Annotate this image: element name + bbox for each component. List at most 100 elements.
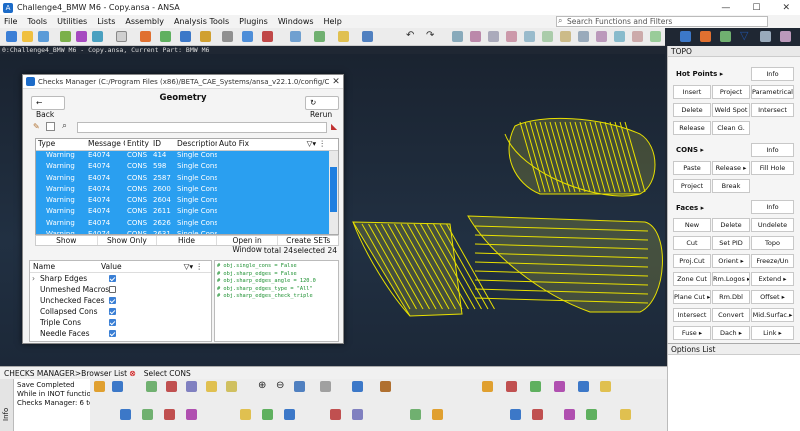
row2-tool16-icon[interactable]	[620, 409, 631, 420]
break-button[interactable]: Break	[712, 179, 750, 193]
search-input[interactable]: ⌕ Search Functions and Filters	[556, 16, 768, 27]
tool4b-icon[interactable]	[530, 381, 541, 392]
cube-icon[interactable]	[180, 31, 191, 42]
row2-tool11-icon[interactable]	[432, 409, 443, 420]
property-checkbox[interactable]	[109, 319, 116, 326]
property-checkbox[interactable]	[109, 330, 116, 337]
menu-file[interactable]: File	[0, 17, 23, 26]
wand-icon[interactable]: ✎	[33, 122, 40, 131]
add-icon[interactable]: ⊕	[258, 381, 269, 392]
row2-tool14-icon[interactable]	[564, 409, 575, 420]
open-file-icon[interactable]	[22, 31, 33, 42]
close-button[interactable]: ✕	[782, 3, 790, 13]
property-row[interactable]: Collapsed Cons	[30, 306, 211, 317]
faces-button-orient[interactable]: Orient ▸	[712, 254, 750, 268]
row2-tool2-icon[interactable]	[142, 409, 153, 420]
release-cons-button[interactable]: Release ▸	[712, 161, 750, 175]
faces-icon[interactable]	[186, 381, 197, 392]
table-row[interactable]: Warning E4074 CONS 2626 Single Cons	[36, 218, 338, 231]
mesh-icon[interactable]	[140, 31, 151, 42]
section-icon[interactable]	[262, 31, 273, 42]
filter-input[interactable]	[77, 122, 327, 133]
row2-tool5-icon[interactable]	[240, 409, 251, 420]
faces-button-extend[interactable]: Extend ▸	[751, 272, 794, 286]
faces-button-delete[interactable]: Delete	[712, 218, 750, 232]
row2-tool13-icon[interactable]	[532, 409, 543, 420]
table-row[interactable]: Warning E4074 CONS 414 Single Cons	[36, 151, 338, 163]
clear-filter-icon[interactable]: ◣	[331, 122, 337, 131]
new-file-icon[interactable]	[6, 31, 17, 42]
menu-windows[interactable]: Windows	[274, 17, 320, 26]
tool7b-icon[interactable]	[600, 381, 611, 392]
faces-button-plane-cut[interactable]: Plane Cut ▸	[673, 290, 711, 304]
property-checkbox[interactable]	[109, 297, 116, 304]
parametrical-button[interactable]: Parametrical	[751, 85, 794, 99]
hide-button[interactable]: Hide	[157, 236, 217, 245]
faces-button-topo[interactable]: Topo	[751, 236, 794, 250]
menu-analysis-tools[interactable]: Analysis Tools	[170, 17, 235, 26]
create-sets-button[interactable]: Create SETs	[278, 236, 338, 245]
faces-button-intersect[interactable]: Intersect	[673, 308, 711, 322]
show-button[interactable]: Show	[36, 236, 98, 245]
menu-help[interactable]: Help	[320, 17, 348, 26]
table-row[interactable]: Warning E4074 CONS 2604 Single Cons	[36, 196, 338, 208]
tool12-icon[interactable]	[760, 31, 771, 42]
scrollbar-thumb[interactable]	[330, 167, 337, 212]
weld-spot-button[interactable]: Weld Spot	[712, 103, 750, 117]
insert-button[interactable]: Insert	[673, 85, 711, 99]
row2-tool1-icon[interactable]	[120, 409, 131, 420]
table-row[interactable]: Warning E4074 CONS 598 Single Cons	[36, 162, 338, 174]
row2-tool15-icon[interactable]	[586, 409, 597, 420]
row2-tool9-icon[interactable]	[352, 409, 363, 420]
cut-icon[interactable]	[222, 31, 233, 42]
tool-icon[interactable]	[206, 381, 217, 392]
tool2-icon[interactable]	[470, 31, 481, 42]
faces-button-freeze-un[interactable]: Freeze/Un	[751, 254, 794, 268]
grid-icon[interactable]	[116, 31, 127, 42]
pid-icon[interactable]	[76, 31, 87, 42]
box-icon[interactable]	[200, 31, 211, 42]
faces-button-link[interactable]: Link ▸	[751, 326, 794, 340]
ent-icon[interactable]	[94, 381, 105, 392]
menu-utilities[interactable]: Utilities	[53, 17, 93, 26]
minimize-button[interactable]: —	[721, 3, 730, 13]
faces-button-cut[interactable]: Cut	[673, 236, 711, 250]
faces-button-fuse[interactable]: Fuse ▸	[673, 326, 711, 340]
table-scrollbar[interactable]	[329, 151, 338, 234]
property-checkbox[interactable]	[109, 275, 116, 282]
col-type[interactable]: Type	[36, 139, 86, 150]
faces-button-rm-logos[interactable]: Rm.Logos ▸	[712, 272, 750, 286]
redo-icon[interactable]: ↷	[426, 31, 437, 42]
hot-points-info-button[interactable]: Info	[751, 67, 794, 81]
property-row[interactable]: Needle Faces	[30, 328, 211, 339]
property-checkbox[interactable]	[109, 308, 116, 315]
tool7-icon[interactable]	[578, 31, 589, 42]
project-cons-button[interactable]: Project	[673, 179, 711, 193]
release-hotpoint-button[interactable]: Release	[673, 121, 711, 135]
tab-select-cons[interactable]: Select CONS	[140, 369, 195, 378]
property-row[interactable]: Triple Cons	[30, 317, 211, 328]
dialog-title-bar[interactable]: Checks Manager (C:/Program Files (x86)/B…	[23, 75, 343, 89]
tab-checks-manager[interactable]: CHECKS MANAGER>Browser List ⊗	[0, 369, 140, 378]
open-in-window-button[interactable]: Open in Window	[217, 236, 279, 254]
search2-icon[interactable]	[380, 381, 391, 392]
cons-info-button[interactable]: Info	[751, 143, 794, 157]
row2-tool12-icon[interactable]	[510, 409, 521, 420]
entity-icon[interactable]	[60, 31, 71, 42]
angle-icon[interactable]	[112, 381, 123, 392]
faces-button-rm-dbl[interactable]: Rm.Dbl	[712, 290, 750, 304]
props-filter-icon[interactable]: ▽▾ ⋮	[184, 262, 211, 271]
faces-button-undelete[interactable]: Undelete	[751, 218, 794, 232]
lock-icon[interactable]	[294, 381, 305, 392]
row2-tool7-icon[interactable]	[284, 409, 295, 420]
table-row[interactable]: Warning E4074 CONS 2611 Single Cons	[36, 207, 338, 219]
menu-assembly[interactable]: Assembly	[121, 17, 170, 26]
tool4-icon[interactable]	[506, 31, 517, 42]
faces-button-convert[interactable]: Convert	[712, 308, 750, 322]
filter-icon[interactable]	[680, 31, 691, 42]
tool3-icon[interactable]	[488, 31, 499, 42]
checkbox-icon[interactable]	[46, 122, 55, 131]
expand-icon[interactable]: ›	[30, 274, 38, 283]
filter-search-icon[interactable]: ⌕	[62, 121, 67, 131]
remove-icon[interactable]: ⊖	[276, 381, 287, 392]
